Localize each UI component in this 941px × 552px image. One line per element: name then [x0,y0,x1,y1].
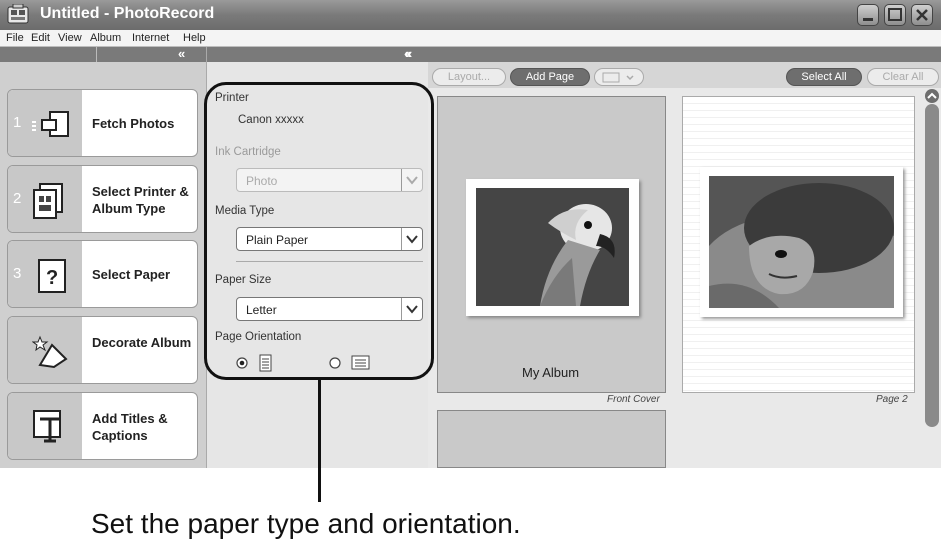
step-decorate-album[interactable]: Decorate Album [7,316,198,384]
step-label: Fetch Photos [92,116,175,131]
collapse-settings-icon[interactable]: « [404,46,411,61]
page-2-caption: Page 2 [876,394,908,405]
collapse-steps-icon[interactable]: « [178,46,185,61]
clear-all-button[interactable]: Clear All [867,68,939,86]
menu-internet[interactable]: Internet [132,32,169,44]
title-bar: Untitled - PhotoRecord [0,0,941,30]
scrollbar-thumb[interactable] [925,104,939,427]
step-number: 3 [13,265,22,282]
page-layout-icon [602,72,634,83]
step-sidebar-header: « [0,46,206,62]
step-sidebar: « 1 Fetch Photos 2 Select Printer & Albu… [0,46,206,468]
callout-line [318,380,321,502]
decorate-icon [32,335,68,369]
cover-photo-frame[interactable] [466,179,639,316]
fetch-photos-icon [32,111,69,137]
cover-title: My Album [522,365,580,380]
parrot-photo [476,188,629,306]
step-select-printer[interactable]: 2 Select Printer & Album Type [7,165,198,233]
titles-icon [33,410,61,443]
tortoise-photo [709,176,894,308]
printer-album-icon [33,183,63,219]
menu-bar: File Edit View Album Internet Help [0,30,941,47]
maximize-icon [888,8,902,21]
front-cover-page[interactable]: My Album [437,96,666,393]
settings-highlight [204,82,434,380]
menu-file[interactable]: File [6,32,24,44]
page-2[interactable] [682,96,915,393]
maximize-button[interactable] [884,4,906,26]
close-icon [916,9,928,21]
step-label: Add Titles & Captions [92,411,168,443]
page-3-preview[interactable] [437,410,666,468]
add-page-button[interactable]: Add Page [510,68,590,86]
page-2-photo-frame[interactable] [700,167,903,317]
page-layout-dropdown[interactable] [594,68,644,86]
album-page-area: My Album Front Cover Page 2 [428,88,941,468]
step-select-paper[interactable]: 3 ? Select Paper [7,240,198,308]
step-label: Select Paper [92,267,171,282]
minimize-icon [863,18,873,21]
vertical-scrollbar[interactable] [923,88,941,468]
scroll-up-icon[interactable] [923,88,941,104]
menu-view[interactable]: View [58,32,82,44]
menu-help[interactable]: Help [183,32,206,44]
photorecord-app-icon [7,4,29,24]
step-number: 1 [13,114,22,131]
close-button[interactable] [911,4,933,26]
menu-edit[interactable]: Edit [31,32,50,44]
step-number: 2 [13,190,22,207]
window-title: Untitled - PhotoRecord [40,5,215,22]
menu-album[interactable]: Album [90,32,121,44]
step-label: Select Printer & Album Type [92,184,189,216]
front-cover-caption: Front Cover [607,394,660,405]
app-window: Untitled - PhotoRecord File Edit View Al… [0,0,941,468]
layout-button[interactable]: Layout... [432,68,506,86]
step-fetch-photos[interactable]: 1 Fetch Photos [7,89,198,157]
svg-text:?: ? [46,267,58,289]
layout-toolbar: « Layout... Add Page Select All Clear Al… [404,46,941,88]
minimize-button[interactable] [857,4,879,26]
select-paper-icon: ? [38,259,66,293]
step-label: Decorate Album [92,335,192,350]
step-add-titles[interactable]: Add Titles & Captions [7,392,198,460]
instruction-caption: Set the paper type and orientation. [91,508,521,539]
select-all-button[interactable]: Select All [786,68,862,86]
panel-header: « [207,46,429,62]
